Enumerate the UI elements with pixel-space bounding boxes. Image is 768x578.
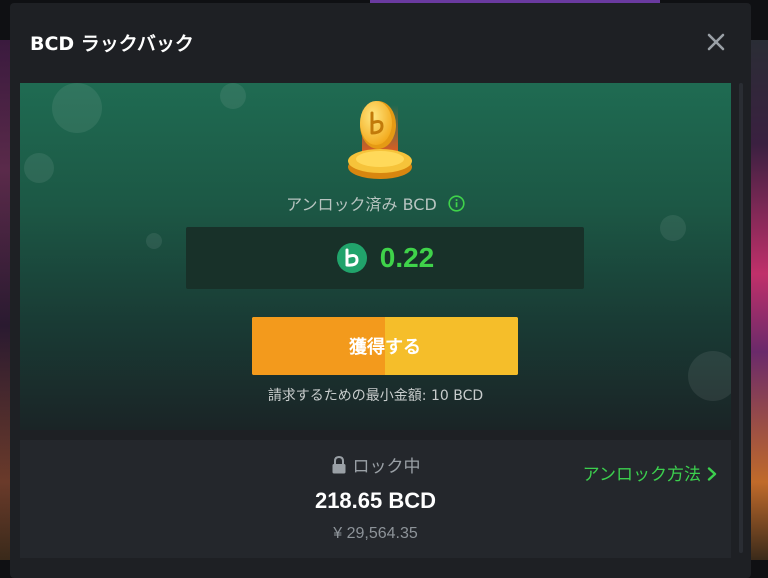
decor-bubble — [52, 83, 102, 133]
close-icon — [707, 33, 725, 51]
chevron-right-icon — [707, 467, 717, 481]
bcd-coin-icon — [348, 101, 412, 179]
lock-icon — [332, 456, 345, 474]
decor-bubble — [146, 233, 162, 249]
modal-header: BCD ラックバック — [10, 3, 751, 83]
min-claim-text: 請求するための最小金額: 10 BCD — [267, 388, 484, 404]
modal-scrollbar[interactable] — [739, 83, 743, 553]
claim-button[interactable]: 獲得する — [252, 317, 518, 375]
close-button[interactable] — [701, 27, 731, 57]
backdrop-right-edge — [748, 40, 768, 560]
unlocked-label: アンロック済み BCD — [20, 191, 731, 215]
unlocked-amount: 0.22 — [379, 242, 435, 273]
decor-bubble — [220, 83, 246, 109]
claim-button-label: 獲得する — [349, 337, 421, 358]
unlocked-panel: アンロック済み BCD 0.22 獲得する 請求するための最小金額: 10 BC… — [20, 83, 731, 430]
decor-bubble — [24, 153, 54, 183]
info-icon[interactable] — [448, 194, 465, 212]
unlock-howto-link-text: アンロック方法 — [582, 465, 701, 485]
rakeback-modal: BCD ラックバック アンロック済み BCD 0.22 獲得する 請求するための… — [10, 3, 751, 578]
locked-title-text: ロック中 — [352, 457, 421, 477]
unlocked-label-text: アンロック済み BCD — [286, 195, 437, 214]
locked-amount: 218.65 BCD — [314, 488, 437, 513]
modal-title: BCD ラックバック — [30, 33, 194, 55]
unlocked-amount-box: 0.22 — [186, 227, 584, 289]
locked-fiat-value: ¥ 29,564.35 — [333, 525, 418, 542]
unlock-howto-link[interactable]: アンロック方法 — [583, 460, 717, 485]
locked-panel: ロック中 218.65 BCD ¥ 29,564.35 アンロック方法 — [20, 440, 731, 558]
bcd-token-icon — [336, 243, 367, 273]
decor-bubble — [660, 215, 686, 241]
